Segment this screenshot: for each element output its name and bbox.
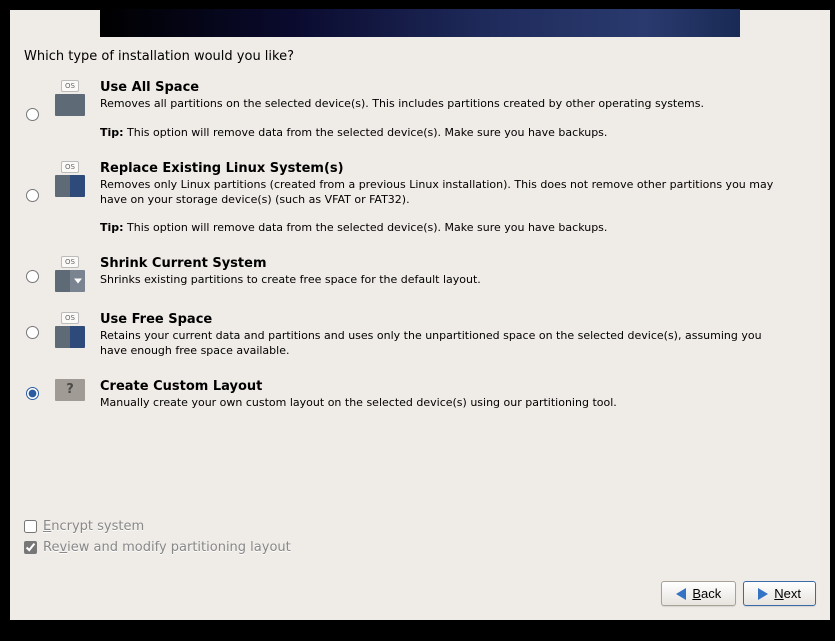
back-button[interactable]: Back	[661, 581, 736, 606]
option-description: Removes all partitions on the selected d…	[100, 97, 816, 112]
option-title: Replace Existing Linux System(s)	[100, 161, 816, 176]
disk-icon-replace: OS	[54, 161, 86, 197]
option-description: Manually create your own custom layout o…	[100, 396, 816, 411]
installer-window: Which type of installation would you lik…	[10, 10, 830, 620]
option-tip: Tip: This option will remove data from t…	[100, 221, 816, 236]
review-label: Review and modify partitioning layout	[43, 540, 291, 555]
disk-glyph	[55, 270, 85, 292]
option-use-all-space[interactable]: OS Use All Space Removes all partitions …	[24, 80, 816, 141]
os-badge: OS	[61, 161, 79, 173]
disk-icon-shrink: OS	[54, 256, 86, 292]
option-description: Retains your current data and partitions…	[100, 329, 816, 359]
os-badge: OS	[61, 256, 79, 268]
encrypt-label: Encrypt system	[43, 519, 144, 534]
option-custom-layout[interactable]: ? Create Custom Layout Manually create y…	[24, 379, 816, 411]
next-button[interactable]: Next	[743, 581, 816, 606]
arrow-right-icon	[758, 588, 768, 600]
arrow-left-icon	[676, 588, 686, 600]
disk-glyph	[55, 175, 85, 197]
button-bar: Back Next	[10, 581, 830, 620]
question-icon: ?	[55, 379, 85, 401]
option-replace-linux[interactable]: OS Replace Existing Linux System(s) Remo…	[24, 161, 816, 237]
encrypt-system-checkbox-row[interactable]: Encrypt system	[24, 519, 816, 534]
radio-custom-layout[interactable]	[26, 387, 39, 400]
option-title: Create Custom Layout	[100, 379, 816, 394]
radio-use-free-space[interactable]	[26, 326, 39, 339]
option-title: Use All Space	[100, 80, 816, 95]
prompt-text: Which type of installation would you lik…	[10, 49, 830, 80]
option-tip: Tip: This option will remove data from t…	[100, 126, 816, 141]
disk-glyph	[55, 94, 85, 116]
os-badge: OS	[61, 80, 79, 92]
option-use-free-space[interactable]: OS Use Free Space Retains your current d…	[24, 312, 816, 359]
back-label: Back	[692, 586, 721, 601]
option-title: Use Free Space	[100, 312, 816, 327]
disk-glyph	[55, 326, 85, 348]
review-checkbox[interactable]	[24, 541, 37, 554]
checkbox-group: Encrypt system Review and modify partiti…	[10, 519, 830, 581]
next-label: Next	[774, 586, 801, 601]
header-banner	[100, 9, 740, 37]
radio-shrink[interactable]	[26, 270, 39, 283]
encrypt-checkbox[interactable]	[24, 520, 37, 533]
option-description: Shrinks existing partitions to create fr…	[100, 273, 816, 288]
option-title: Shrink Current System	[100, 256, 816, 271]
radio-replace-linux[interactable]	[26, 189, 39, 202]
installation-type-options: OS Use All Space Removes all partitions …	[10, 80, 830, 519]
disk-icon-free: OS	[54, 312, 86, 348]
os-badge: OS	[61, 312, 79, 324]
option-shrink[interactable]: OS Shrink Current System Shrinks existin…	[24, 256, 816, 292]
review-layout-checkbox-row[interactable]: Review and modify partitioning layout	[24, 540, 816, 555]
option-description: Removes only Linux partitions (created f…	[100, 178, 816, 208]
disk-icon-custom: ?	[54, 379, 86, 401]
disk-icon-use-all: OS	[54, 80, 86, 116]
radio-use-all-space[interactable]	[26, 108, 39, 121]
